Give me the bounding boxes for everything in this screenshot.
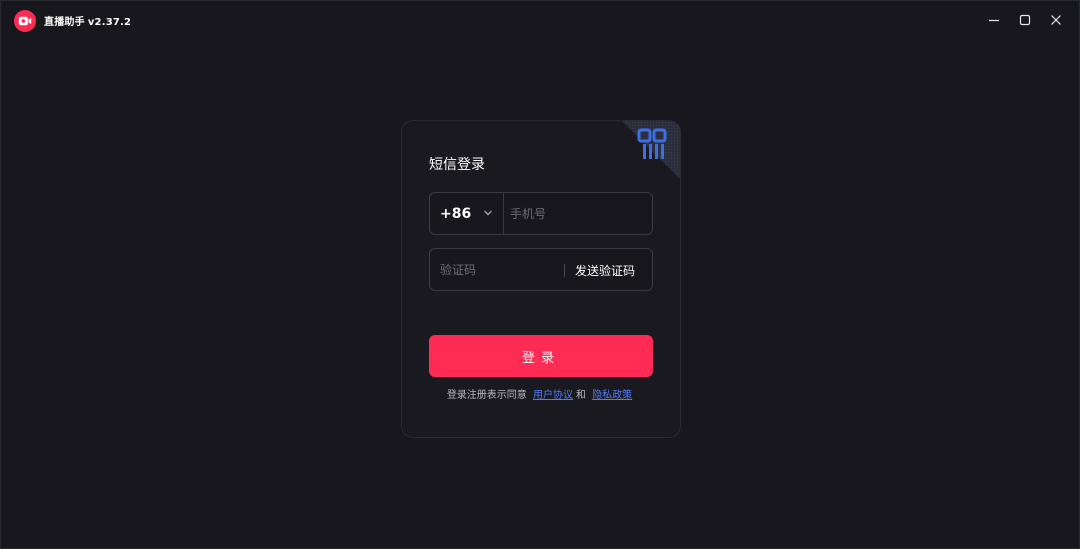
- code-divider: [564, 264, 565, 277]
- agreement-conjunction: 和: [576, 390, 586, 401]
- send-code-button[interactable]: 发送验证码: [575, 262, 635, 279]
- country-code-value: +86: [440, 205, 472, 222]
- app-version: v2.37.2: [87, 17, 132, 28]
- maximize-button[interactable]: [1014, 10, 1036, 30]
- qr-code-icon: [622, 121, 680, 179]
- app-window: 直播助手 v2.37.2 短信登录 +86 手机号 验证码 发送验证码 登录 登…: [0, 0, 1080, 549]
- app-title: 直播助手 v2.37.2: [44, 13, 131, 28]
- title-bar: 直播助手 v2.37.2: [1, 1, 1080, 39]
- close-button[interactable]: [1045, 10, 1067, 30]
- country-code-select[interactable]: +86: [430, 193, 504, 234]
- maximize-icon: [1019, 14, 1031, 26]
- minimize-icon: [989, 19, 999, 22]
- agreement-text: 登录注册表示同意 用户协议和 隐私政策: [402, 386, 680, 401]
- camera-icon: [14, 10, 36, 32]
- code-input-group: 发送验证码: [429, 248, 653, 291]
- chevron-down-icon: [484, 210, 492, 216]
- agreement-prefix: 登录注册表示同意: [446, 390, 527, 401]
- login-button[interactable]: 登录: [429, 335, 653, 377]
- minimize-button[interactable]: [983, 10, 1005, 30]
- privacy-policy-link[interactable]: 隐私政策: [592, 390, 632, 401]
- qr-login-toggle[interactable]: [622, 121, 680, 179]
- close-icon: [1051, 15, 1061, 25]
- login-title: 短信登录: [429, 157, 485, 173]
- phone-input-group: +86: [429, 192, 653, 235]
- phone-divider: [503, 193, 504, 234]
- user-agreement-link[interactable]: 用户协议: [533, 390, 573, 401]
- login-card: 短信登录 +86 发送验证码 登录 登录注册表示同意 用户协议和 隐私政策: [401, 120, 681, 438]
- app-name: 直播助手: [44, 17, 85, 28]
- phone-number-input[interactable]: [508, 193, 650, 234]
- verification-code-input[interactable]: [438, 249, 560, 290]
